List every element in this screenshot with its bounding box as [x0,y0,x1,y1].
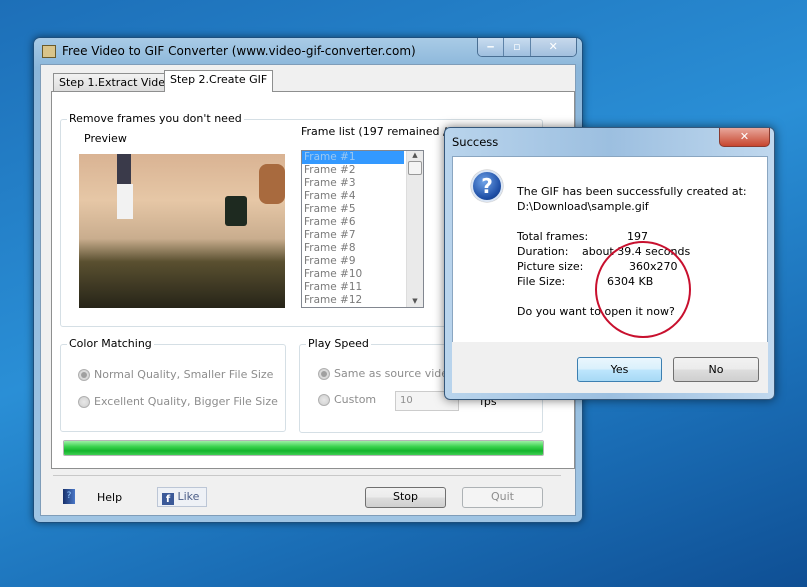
normal-quality-label[interactable]: Normal Quality, Smaller File Size [94,368,273,381]
question-icon: ? [471,170,503,202]
person-legs [117,184,133,219]
excellent-quality-radio[interactable] [78,396,90,408]
minimize-button[interactable]: ‒ [478,38,505,56]
stop-button[interactable]: Stop [365,487,446,508]
frame-list-item[interactable]: Frame #4 [302,190,404,203]
stat-row: Total frames: 197 [517,229,648,244]
same-as-source-radio[interactable] [318,368,330,380]
frame-list-item[interactable]: Frame #7 [302,229,404,242]
help-icon[interactable]: ? [63,489,75,504]
annotation-circle [595,241,691,338]
quit-button[interactable]: Quit [462,487,543,508]
window-title: Free Video to GIF Converter (www.video-g… [62,44,416,58]
tab-create-gif[interactable]: Step 2.Create GIF [164,70,274,92]
stat-row: Duration: about 39.4 seconds [517,244,690,259]
tab-extract-video[interactable]: Step 1.Extract Video [53,73,178,92]
dialog-message: The GIF has been successfully created at… [517,184,747,214]
video-preview [79,154,285,308]
stat-row: Picture size: 360x270 [517,259,678,274]
group-label: Color Matching [67,337,154,350]
message-line: The GIF has been successfully created at… [517,185,747,198]
facebook-icon: f [162,493,174,505]
dialog-title: Success [452,135,499,149]
plant-pot [259,164,285,204]
excellent-quality-label[interactable]: Excellent Quality, Bigger File Size [94,395,278,408]
frame-list-item[interactable]: Frame #11 [302,281,404,294]
frame-list-item[interactable]: Frame #12 [302,294,404,307]
close-button[interactable]: ✕ [530,38,576,56]
yes-button[interactable]: Yes [577,357,662,382]
app-icon [42,45,56,58]
group-label: Play Speed [306,337,371,350]
dialog-button-bar: Yes No [452,342,768,393]
separator [53,475,561,476]
frame-list-item[interactable]: Frame #8 [302,242,404,255]
window-controls: ‒ ▫ ✕ [477,38,577,57]
stat-label: Picture size: [517,260,584,273]
trash-can [225,196,247,226]
scroll-thumb[interactable] [408,161,422,175]
frame-list-item[interactable]: Frame #10 [302,268,404,281]
frame-list-item[interactable]: Frame #9 [302,255,404,268]
list-scrollbar[interactable]: ▲ ▼ [406,151,423,307]
color-matching-group: Color Matching Normal Quality, Smaller F… [60,337,286,432]
dialog-close-button[interactable]: ✕ [719,128,770,147]
group-label: Remove frames you don't need [67,112,244,125]
facebook-like-button[interactable]: f Like [157,487,207,507]
no-button[interactable]: No [673,357,759,382]
stat-label: File Size: [517,275,566,288]
normal-quality-radio[interactable] [78,369,90,381]
frame-list-item[interactable]: Frame #2 [302,164,404,177]
frame-list-item[interactable]: Frame #6 [302,216,404,229]
like-label: Like [177,490,200,503]
same-as-source-label[interactable]: Same as source video [334,367,455,380]
help-link[interactable]: Help [97,491,122,504]
success-dialog: Success ✕ ? The GIF has been successfull… [444,127,775,400]
frame-list-item[interactable]: Frame #5 [302,203,404,216]
stat-row: File Size: 6304 KB [517,274,653,289]
maximize-button[interactable]: ▫ [504,38,531,56]
custom-radio[interactable] [318,394,330,406]
frame-list-item[interactable]: Frame #1 [302,151,404,164]
custom-label[interactable]: Custom [334,393,376,406]
output-path: D:\Download\sample.gif [517,200,649,213]
stat-label: Total frames: [517,230,589,243]
stats-list: Total frames: 197 Duration: about 39.4 seco… [517,229,690,289]
progress-fill [64,441,543,455]
frame-list[interactable]: Frame #1 Frame #2 Frame #3 Frame #4 Frame #5… [301,150,424,308]
frame-list-item[interactable]: Frame #3 [302,177,404,190]
dialog-body: ? The GIF has been successfully created … [452,156,768,393]
preview-label: Preview [84,132,127,145]
stat-label: Duration: [517,245,569,258]
progress-bar [63,440,544,456]
